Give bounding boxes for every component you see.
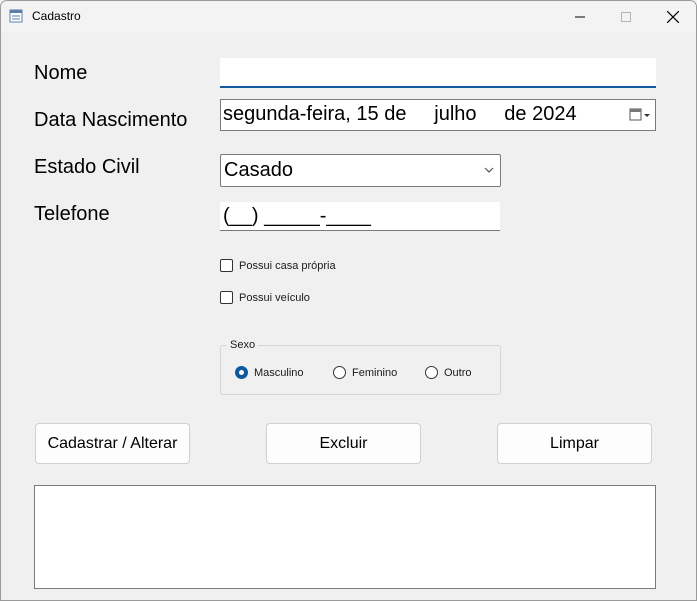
date-value: segunda-feira, 15 de julho de 2024 [223, 103, 577, 125]
close-button[interactable] [650, 1, 696, 32]
nome-label: Nome [34, 62, 88, 84]
radio-circle[interactable] [333, 366, 346, 379]
checkbox-box[interactable] [220, 259, 233, 272]
radio-circle-selected[interactable] [235, 366, 248, 379]
veiculo-checkbox[interactable]: Possui veículo [220, 291, 310, 304]
checkbox-box[interactable] [220, 291, 233, 304]
title-bar: Cadastro [1, 1, 696, 32]
output-textarea[interactable] [34, 485, 656, 589]
radio-label: Masculino [254, 366, 304, 379]
maximize-button[interactable] [603, 1, 649, 32]
radio-feminino[interactable]: Feminino [333, 366, 397, 379]
nome-input[interactable] [220, 58, 656, 88]
maximize-icon [621, 11, 631, 22]
casa-propria-label: Possui casa própria [239, 259, 336, 272]
radio-circle[interactable] [425, 366, 438, 379]
sexo-group: Sexo Masculino Feminino Outro [220, 339, 501, 395]
estado-civil-value: Casado [224, 159, 293, 181]
telefone-input[interactable]: (__) _____-____ [220, 202, 500, 231]
chevron-down-icon [484, 167, 494, 173]
telefone-value: (__) _____-____ [223, 205, 371, 227]
radio-label: Feminino [352, 366, 398, 379]
minimize-icon [575, 16, 585, 17]
excluir-button[interactable]: Excluir [266, 423, 421, 464]
estado-civil-label: Estado Civil [34, 156, 140, 178]
window-title: Cadastro [32, 9, 81, 23]
app-icon [9, 9, 23, 23]
main-window: Cadastro Nome Data Nascimento segunda-fe… [0, 0, 697, 601]
calendar-dropdown-icon[interactable] [629, 107, 651, 123]
telefone-label: Telefone [34, 203, 110, 225]
data-nascimento-picker[interactable]: segunda-feira, 15 de julho de 2024 [220, 99, 656, 131]
casa-propria-checkbox[interactable]: Possui casa própria [220, 259, 336, 272]
data-nascimento-label: Data Nascimento [34, 109, 188, 131]
radio-outro[interactable]: Outro [425, 366, 472, 379]
estado-civil-select[interactable]: Casado [220, 154, 501, 187]
veiculo-label: Possui veículo [239, 291, 310, 304]
limpar-button[interactable]: Limpar [497, 423, 652, 464]
sexo-legend: Sexo [227, 339, 259, 351]
minimize-button[interactable] [557, 1, 603, 32]
cadastrar-alterar-button[interactable]: Cadastrar / Alterar [35, 423, 190, 464]
close-icon [667, 10, 679, 23]
radio-masculino[interactable]: Masculino [235, 366, 304, 379]
radio-label: Outro [444, 366, 472, 379]
